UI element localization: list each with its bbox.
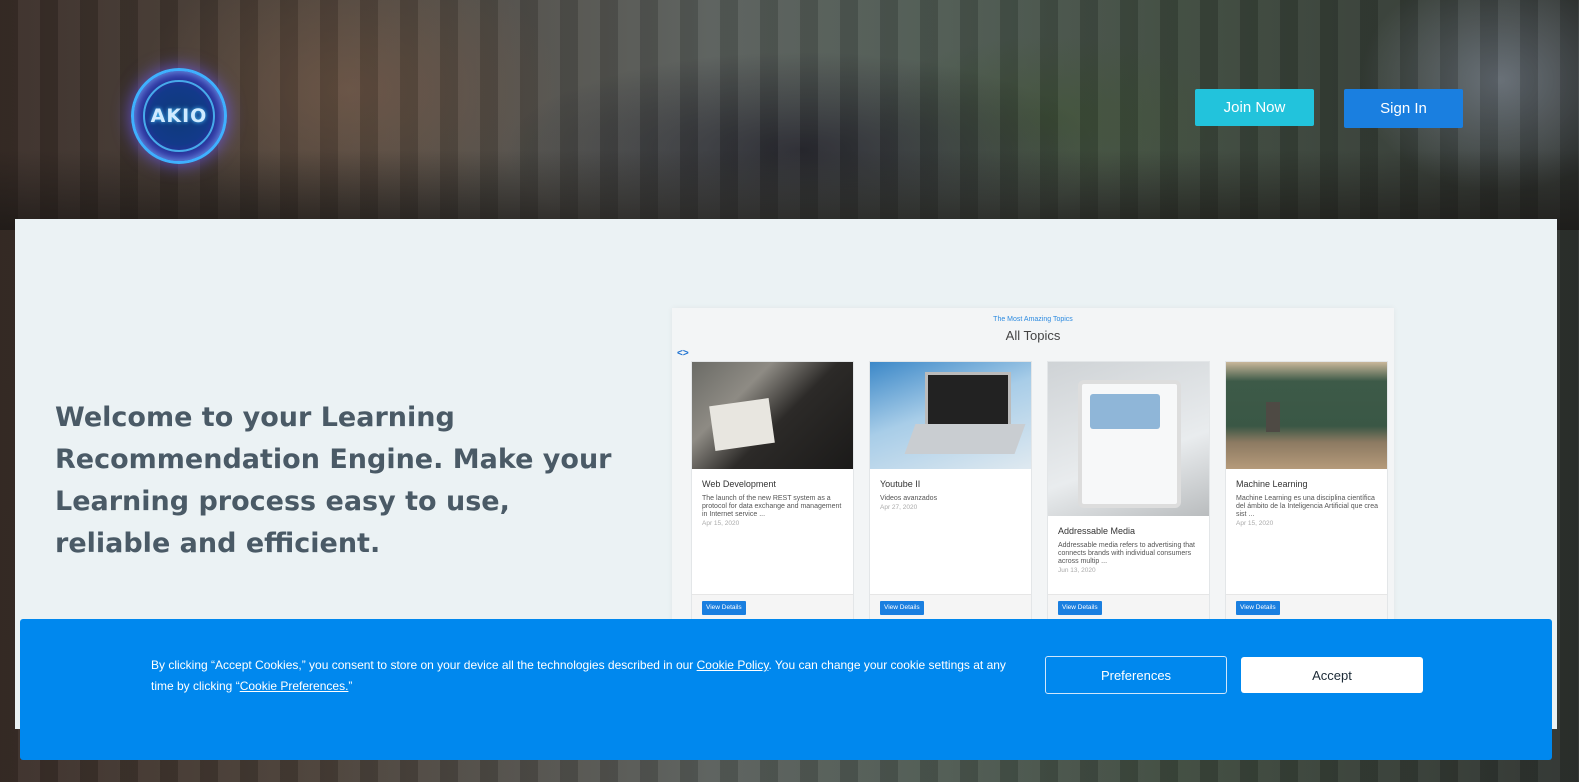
card-footer: View Details [1048, 594, 1209, 622]
topic-image [1048, 362, 1209, 516]
topic-date: Jun 13, 2020 [1058, 567, 1096, 574]
topic-card-machine-learning: Machine Learning Machine Learning es una… [1225, 361, 1388, 648]
topic-date: Apr 15, 2020 [1236, 520, 1274, 527]
cookie-text-part: ” [348, 679, 353, 693]
cookie-preferences-link[interactable]: Cookie Preferences. [240, 679, 349, 693]
topic-date: Apr 15, 2020 [702, 520, 740, 527]
topic-image [692, 362, 853, 469]
cookie-banner: By clicking “Accept Cookies,” you consen… [20, 619, 1552, 760]
topics-title: All Topics [1005, 328, 1061, 343]
view-details-button[interactable]: View Details [880, 601, 924, 615]
cookie-text-part: By clicking “Accept Cookies,” you consen… [151, 658, 697, 672]
view-details-button[interactable]: View Details [1236, 601, 1280, 615]
topic-name: Youtube II [880, 479, 921, 489]
topic-description: Videos avanzados [880, 495, 938, 502]
topic-date: Apr 27, 2020 [880, 504, 918, 511]
accept-button[interactable]: Accept [1241, 657, 1423, 693]
topic-description: The launch of the new REST system as a p… [702, 495, 842, 518]
card-footer: View Details [1226, 594, 1387, 622]
topic-description: Addressable media refers to advertising … [1058, 542, 1195, 565]
topic-description: Machine Learning es una disciplina cient… [1236, 495, 1379, 518]
view-details-button[interactable]: View Details [1058, 601, 1102, 615]
topic-card-web-development: Web Development The launch of the new RE… [691, 361, 854, 648]
topic-name: Web Development [702, 479, 776, 489]
join-now-button[interactable]: Join Now [1195, 89, 1314, 126]
topic-image [870, 362, 1031, 469]
preferences-button[interactable]: Preferences [1045, 656, 1227, 694]
logo-ring: AKIO [143, 80, 215, 152]
welcome-heading: Welcome to your Learning Recommendation … [55, 402, 612, 559]
card-footer: View Details [692, 594, 853, 622]
cookie-consent-text: By clicking “Accept Cookies,” you consen… [151, 655, 1026, 697]
topic-card-addressable-media: Addressable Media Addressable media refe… [1047, 361, 1210, 648]
sign-in-button[interactable]: Sign In [1344, 89, 1463, 128]
logo-text: AKIO [150, 105, 208, 127]
card-footer: View Details [870, 594, 1031, 622]
topics-preview: The Most Amazing Topics All Topics <> We… [672, 308, 1394, 648]
topic-name: Addressable Media [1058, 526, 1136, 536]
cookie-policy-link[interactable]: Cookie Policy [697, 658, 769, 672]
topic-image [1226, 362, 1387, 469]
akio-logo[interactable]: AKIO [131, 68, 227, 164]
topic-name: Machine Learning [1236, 479, 1308, 489]
view-details-button[interactable]: View Details [702, 601, 746, 615]
topics-kicker: The Most Amazing Topics [993, 316, 1073, 323]
topic-card-youtube: Youtube II Videos avanzados Apr 27, 2020… [869, 361, 1032, 648]
carousel-arrows-icon[interactable]: <> [677, 348, 689, 359]
